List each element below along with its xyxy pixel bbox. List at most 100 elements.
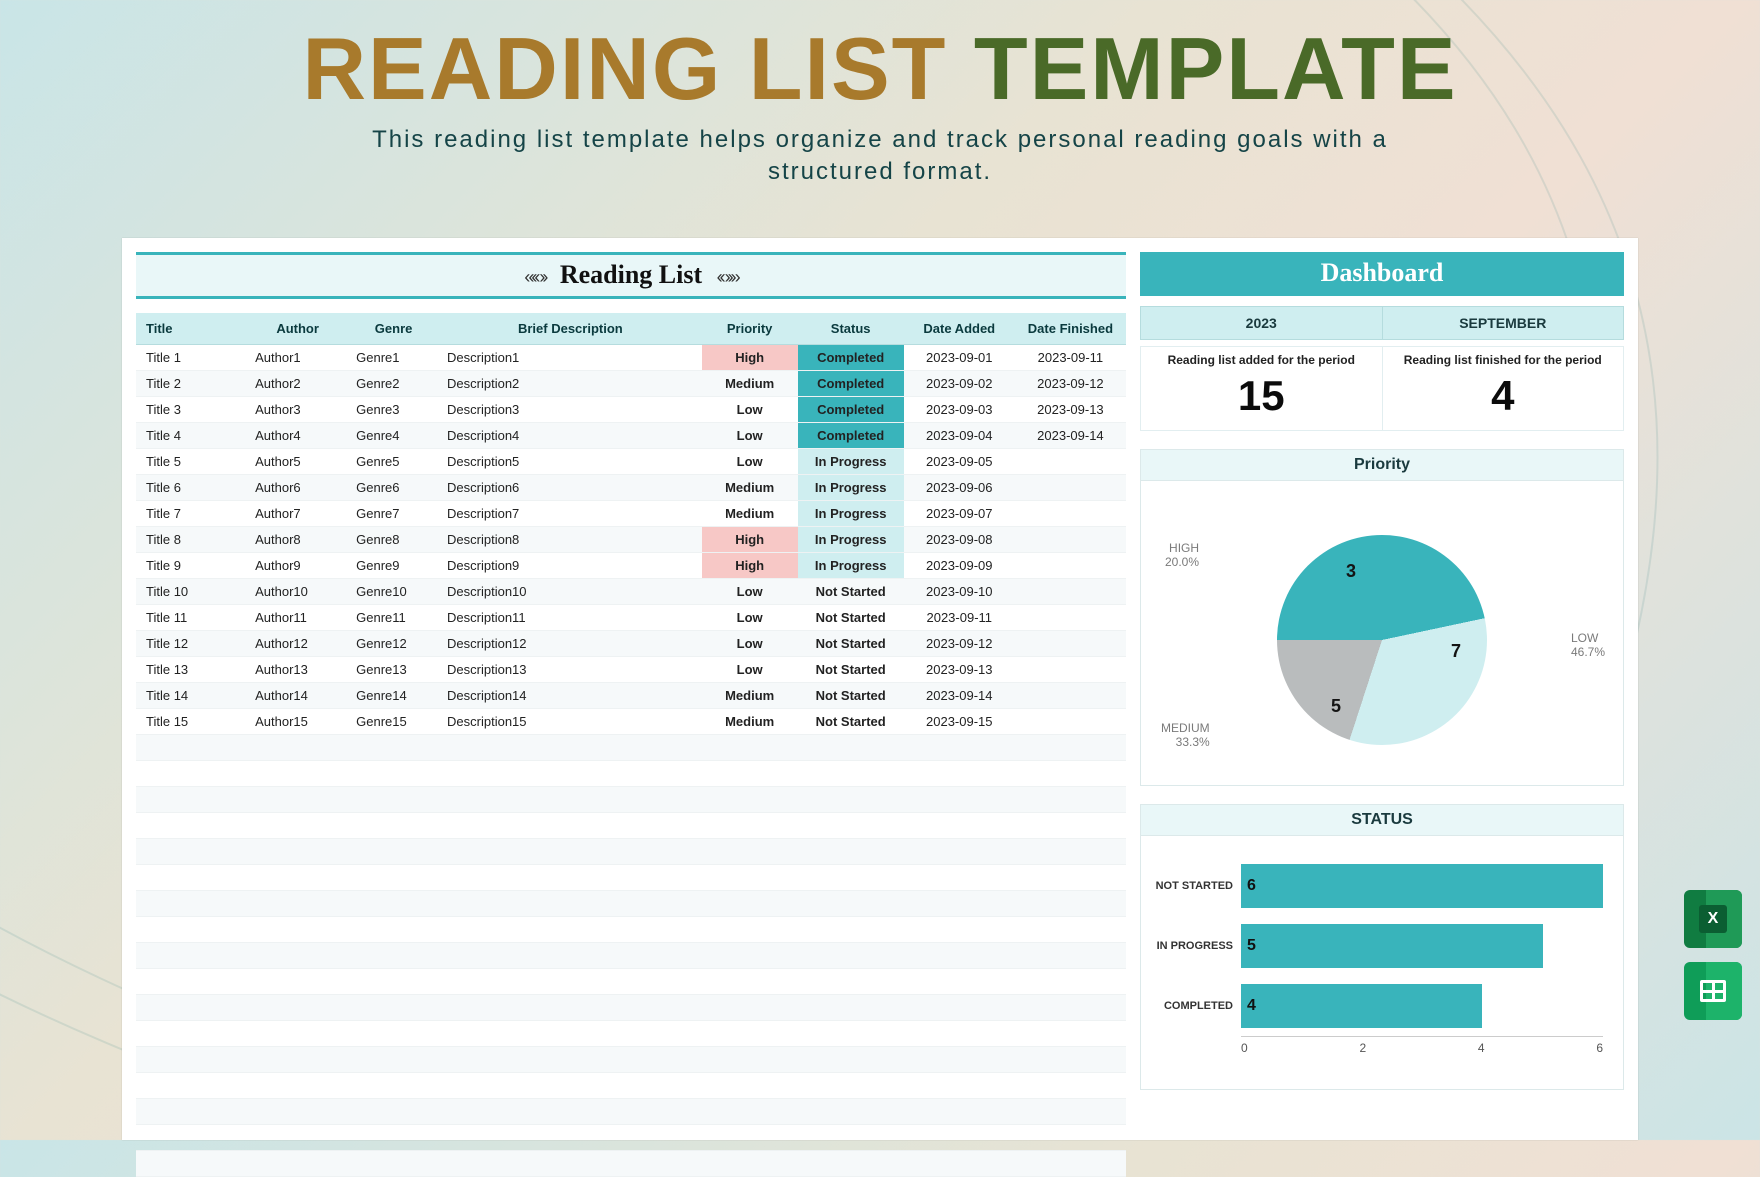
cell: Genre5: [348, 449, 439, 475]
kpi-finished: Reading list finished for the period 4: [1382, 347, 1624, 430]
cell: Description15: [439, 709, 702, 735]
cell: Title 14: [136, 683, 247, 709]
cell: Title 2: [136, 371, 247, 397]
cell: 2023-09-11: [1015, 345, 1126, 371]
table-row: Title 8Author8Genre8Description8HighIn P…: [136, 527, 1126, 553]
period-year: 2023: [1141, 307, 1382, 339]
column-header: Priority: [702, 313, 798, 345]
cell: 2023-09-12: [904, 631, 1015, 657]
table-row: Title 13Author13Genre13Description13LowN…: [136, 657, 1126, 683]
cell: Not Started: [798, 631, 904, 657]
cell: 2023-09-13: [1015, 397, 1126, 423]
bar-value: 5: [1247, 937, 1256, 955]
x-tick: 4: [1478, 1041, 1485, 1055]
cell: [1015, 631, 1126, 657]
cell: [1015, 527, 1126, 553]
cell: 2023-09-03: [904, 397, 1015, 423]
period-month: SEPTEMBER: [1382, 307, 1624, 339]
cell: Description6: [439, 475, 702, 501]
pie-label: HIGH20.0%: [1165, 541, 1199, 569]
cell: Genre10: [348, 579, 439, 605]
cell: Low: [702, 631, 798, 657]
cell: Genre3: [348, 397, 439, 423]
cell: [1015, 553, 1126, 579]
reading-list-banner: «‹‹ ›› Reading List ‹‹ ››»: [136, 252, 1126, 299]
cell: Genre7: [348, 501, 439, 527]
table-row: Title 14Author14Genre14Description14Medi…: [136, 683, 1126, 709]
table-row: Title 1Author1Genre1Description1HighComp…: [136, 345, 1126, 371]
reading-list-pane: «‹‹ ›› Reading List ‹‹ ››» TitleAuthorGe…: [136, 252, 1126, 1140]
table-row: Title 6Author6Genre6Description6MediumIn…: [136, 475, 1126, 501]
cell: In Progress: [798, 501, 904, 527]
cell: Title 7: [136, 501, 247, 527]
cell: 2023-09-11: [904, 605, 1015, 631]
cell: High: [702, 553, 798, 579]
status-card: STATUS NOT STARTED6IN PROGRESS5COMPLETED…: [1140, 804, 1624, 1090]
bar-x-axis: 0246: [1241, 1036, 1603, 1055]
status-card-title: STATUS: [1141, 805, 1623, 836]
kpi-finished-label: Reading list finished for the period: [1393, 353, 1614, 368]
cell: Genre14: [348, 683, 439, 709]
table-row-empty: [136, 787, 1126, 813]
cell: Not Started: [798, 579, 904, 605]
bar-row: IN PROGRESS5: [1241, 916, 1603, 976]
column-header: Title: [136, 313, 247, 345]
cell: Description5: [439, 449, 702, 475]
table-row-empty: [136, 1047, 1126, 1073]
table-row: Title 2Author2Genre2Description2MediumCo…: [136, 371, 1126, 397]
cell: Description7: [439, 501, 702, 527]
cell: [1015, 657, 1126, 683]
cell: Author6: [247, 475, 348, 501]
pie-slice-value: 5: [1331, 696, 1341, 717]
cell: Not Started: [798, 683, 904, 709]
banner-deco-left: «‹‹ ››: [514, 267, 555, 287]
dashboard-banner: Dashboard: [1140, 252, 1624, 296]
cell: Title 4: [136, 423, 247, 449]
x-tick: 6: [1596, 1041, 1603, 1055]
reading-list-table: TitleAuthorGenreBrief DescriptionPriorit…: [136, 313, 1126, 1177]
kpi-added: Reading list added for the period 15: [1141, 347, 1382, 430]
bar-row: NOT STARTED6: [1241, 856, 1603, 916]
cell: Genre2: [348, 371, 439, 397]
cell: Medium: [702, 501, 798, 527]
cell: Title 8: [136, 527, 247, 553]
reading-list-title: Reading List: [560, 260, 702, 289]
title-word-3: TEMPLATE: [974, 19, 1458, 118]
cell: Genre9: [348, 553, 439, 579]
cell: 2023-09-09: [904, 553, 1015, 579]
bar-value: 4: [1247, 997, 1256, 1015]
pie-label: LOW46.7%: [1571, 631, 1605, 659]
cell: Description11: [439, 605, 702, 631]
table-row-empty: [136, 943, 1126, 969]
cell: Description2: [439, 371, 702, 397]
cell: Author13: [247, 657, 348, 683]
cell: Low: [702, 423, 798, 449]
bar-label: IN PROGRESS: [1155, 940, 1241, 952]
page-title: READING LIST TEMPLATE: [0, 18, 1760, 120]
cell: Description13: [439, 657, 702, 683]
kpi-finished-value: 4: [1393, 372, 1614, 420]
cell: Author4: [247, 423, 348, 449]
cell: 2023-09-12: [1015, 371, 1126, 397]
cell: 2023-09-13: [904, 657, 1015, 683]
cell: In Progress: [798, 475, 904, 501]
banner-deco-right: ‹‹ ››»: [707, 267, 748, 287]
table-row: Title 11Author11Genre11Description11LowN…: [136, 605, 1126, 631]
cell: Description1: [439, 345, 702, 371]
table-row-empty: [136, 1125, 1126, 1151]
period-row: 2023 SEPTEMBER: [1140, 306, 1624, 340]
cell: In Progress: [798, 527, 904, 553]
table-row: Title 10Author10Genre10Description10LowN…: [136, 579, 1126, 605]
column-header: Author: [247, 313, 348, 345]
cell: High: [702, 527, 798, 553]
cell: Author9: [247, 553, 348, 579]
cell: Medium: [702, 371, 798, 397]
cell: 2023-09-02: [904, 371, 1015, 397]
bar: [1241, 984, 1482, 1028]
cell: Author5: [247, 449, 348, 475]
google-sheets-icon: [1684, 962, 1742, 1020]
cell: Title 1: [136, 345, 247, 371]
cell: 2023-09-10: [904, 579, 1015, 605]
table-row-empty: [136, 865, 1126, 891]
app-icons: X: [1684, 890, 1742, 1020]
